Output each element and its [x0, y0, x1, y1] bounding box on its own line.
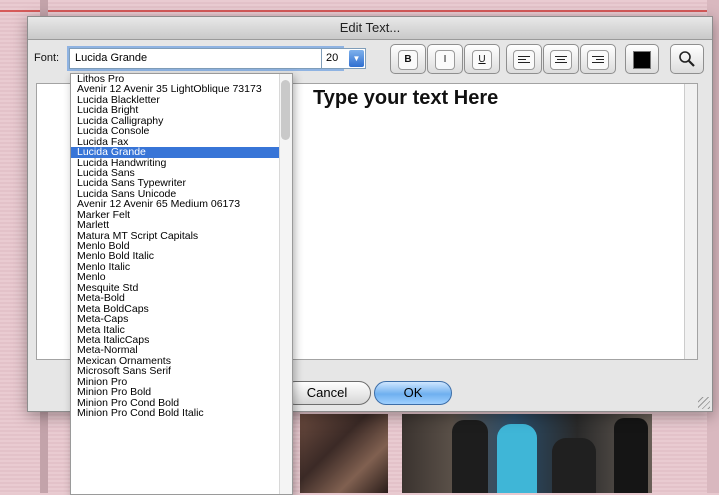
photo-figure	[552, 438, 596, 493]
photo-figure	[452, 420, 488, 493]
font-list-item[interactable]: Avenir 12 Avenir 65 Medium 06173	[71, 199, 292, 209]
font-list-item[interactable]: Marker Felt	[71, 210, 292, 220]
underline-label: U	[472, 50, 492, 70]
page-top-line	[0, 10, 719, 12]
bold-button[interactable]: B	[390, 44, 426, 74]
font-list-item[interactable]: Meta-Bold	[71, 293, 292, 303]
font-list-item[interactable]: Mexican Ornaments	[71, 356, 292, 366]
italic-label: I	[435, 50, 455, 70]
font-list-item[interactable]: Microsoft Sans Serif	[71, 366, 292, 376]
font-list-item[interactable]: Meta BoldCaps	[71, 304, 292, 314]
dropdown-scroll-thumb[interactable]	[281, 80, 290, 140]
zoom-button[interactable]	[670, 44, 704, 74]
underline-button[interactable]: U	[464, 44, 500, 74]
font-list-item[interactable]: Lucida Sans Unicode	[71, 189, 292, 199]
font-list-item[interactable]: Minion Pro Bold	[71, 387, 292, 397]
font-list-item[interactable]: Lucida Sans	[71, 168, 292, 178]
font-dropdown-list: Lithos Pro Avenir 12 Avenir 35 LightObliq…	[70, 73, 293, 495]
font-list-item[interactable]: Lucida Calligraphy	[71, 116, 292, 126]
cancel-button[interactable]: Cancel	[283, 381, 371, 405]
align-left-button[interactable]	[506, 44, 542, 74]
chevron-down-icon[interactable]: ▼	[349, 50, 364, 67]
font-list-item[interactable]: Minion Pro Cond Bold Italic	[71, 408, 292, 418]
align-right-button[interactable]	[580, 44, 616, 74]
editor-scrollbar[interactable]	[684, 84, 697, 359]
font-list-item[interactable]: Lucida Handwriting	[71, 158, 292, 168]
ok-button[interactable]: OK	[374, 381, 452, 405]
font-list-item[interactable]: Lucida Blackletter	[71, 95, 292, 105]
font-select[interactable]: Lucida Grande ▼	[69, 48, 342, 69]
font-list-item[interactable]: Matura MT Script Capitals	[71, 231, 292, 241]
wedding-photo[interactable]	[402, 414, 652, 493]
font-list-item[interactable]: Avenir 12 Avenir 35 LightOblique 73173	[71, 84, 292, 94]
editor-text: Type your text Here	[313, 87, 499, 109]
font-label: Font:	[34, 52, 60, 64]
font-list-item[interactable]: Lucida Grande	[71, 147, 292, 158]
dropdown-scrollbar[interactable]	[279, 74, 292, 494]
font-list-item[interactable]: Menlo Bold Italic	[71, 251, 292, 261]
dialog-title: Edit Text...	[28, 17, 712, 40]
magnifier-icon	[679, 51, 695, 67]
font-list-item[interactable]: Mesquite Std	[71, 283, 292, 293]
color-swatch	[633, 51, 651, 69]
font-list-item[interactable]: Meta Italic	[71, 325, 292, 335]
align-center-button[interactable]	[543, 44, 579, 74]
font-list-item[interactable]: Lucida Fax	[71, 137, 292, 147]
font-list-item[interactable]: Lucida Bright	[71, 105, 292, 115]
align-right-icon	[587, 50, 609, 70]
font-select-value: Lucida Grande	[75, 52, 148, 64]
font-list-item[interactable]: Meta-Caps	[71, 314, 292, 324]
font-list-item[interactable]: Lithos Pro	[71, 74, 292, 84]
font-list-item[interactable]: Minion Pro Cond Bold	[71, 398, 292, 408]
bold-label: B	[398, 50, 418, 70]
font-list-item[interactable]: Meta-Normal	[71, 345, 292, 355]
photo-figure	[614, 418, 648, 493]
font-list-item[interactable]: Meta ItalicCaps	[71, 335, 292, 345]
font-list-item[interactable]: Menlo	[71, 272, 292, 282]
text-color-button[interactable]	[625, 44, 659, 74]
font-list-item[interactable]: Marlett	[71, 220, 292, 230]
font-list-item[interactable]: Menlo Italic	[71, 262, 292, 272]
italic-button[interactable]: I	[427, 44, 463, 74]
photo-figure	[497, 424, 537, 493]
font-list-item[interactable]: Menlo Bold	[71, 241, 292, 251]
align-center-icon	[550, 50, 572, 70]
font-list-item[interactable]: Minion Pro	[71, 377, 292, 387]
resize-grip[interactable]	[698, 397, 710, 409]
font-list-item[interactable]: Lucida Sans Typewriter	[71, 178, 292, 188]
align-left-icon	[513, 50, 535, 70]
font-size-select[interactable]: 20 ▼	[321, 48, 366, 69]
photo-thumbnail[interactable]	[300, 414, 388, 493]
font-size-value: 20	[326, 52, 339, 64]
font-list-item[interactable]: Lucida Console	[71, 126, 292, 136]
